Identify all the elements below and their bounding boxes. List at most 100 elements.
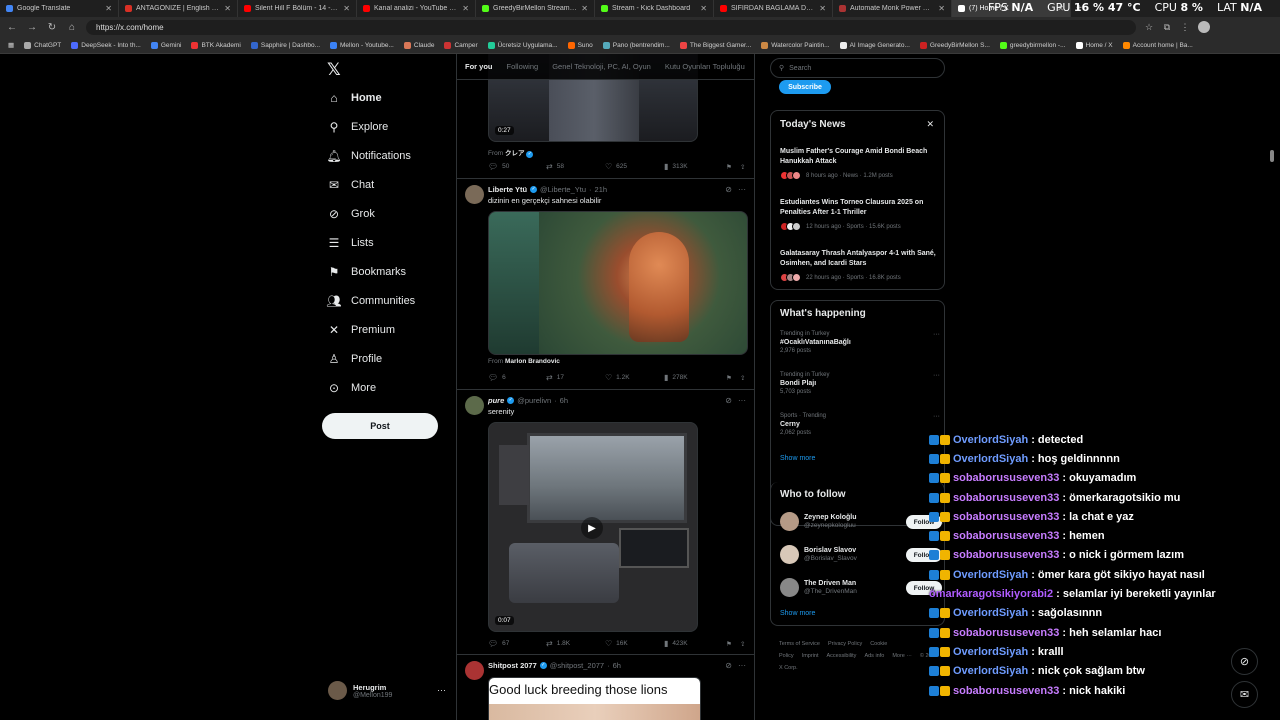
more-dots-icon[interactable]: ··· (738, 185, 746, 194)
post-author[interactable]: pure (488, 396, 504, 405)
browser-tab[interactable]: ANTAGONIZE | English meaning ✕ (119, 0, 238, 17)
close-icon[interactable]: ✕ (462, 4, 469, 13)
search-input[interactable]: ⚲ Search (770, 58, 945, 78)
more-dots-icon[interactable]: ··· (738, 661, 746, 670)
grok-icon[interactable]: ⊘ (725, 396, 732, 405)
post-handle[interactable]: @purelivn (517, 396, 551, 405)
share-icon[interactable]: ⇪ (740, 373, 745, 382)
extensions-icon[interactable]: ⧉ (1162, 22, 1172, 33)
feed-tab[interactable]: Genel Teknoloji, PC, AI, Oyun (552, 62, 651, 71)
like-button[interactable]: ♡ 625 (605, 162, 664, 171)
nav-item-chat[interactable]: ✉ Chat (327, 178, 374, 192)
news-item[interactable]: Galatasaray Thrash Antalyaspor 4-1 with … (780, 249, 940, 282)
post-time[interactable]: 6h (613, 661, 621, 670)
share-icon[interactable]: ⇪ (740, 639, 745, 648)
bookmark-item[interactable]: ChatGPT (24, 41, 61, 49)
post-avatar[interactable] (465, 396, 484, 415)
feed-tab[interactable]: Following (507, 62, 539, 71)
bookmark-item[interactable]: Camper (444, 41, 478, 49)
grok-icon[interactable]: ⊘ (725, 661, 732, 670)
bookmark-item[interactable]: Account home | Ba... (1122, 41, 1193, 49)
bookmark-icon[interactable]: ⚑ (726, 162, 740, 171)
repost-button[interactable]: ⇄ 1.8K (546, 639, 605, 648)
x-logo-icon[interactable]: 𝕏 (327, 60, 341, 80)
reload-icon[interactable]: ↻ (46, 22, 58, 33)
bookmark-item[interactable]: Watercolor Paintin... (761, 41, 830, 49)
close-icon[interactable]: ✕ (700, 4, 707, 13)
post-image[interactable]: Good luck breeding those lions (488, 677, 701, 720)
trend-item[interactable]: Trending in Turkey Bondi Plajı 5,703 posts… (780, 372, 940, 395)
bookmark-item[interactable]: GreedyBirMellon S... (919, 41, 990, 49)
show-more-link[interactable]: Show more (780, 455, 815, 462)
post-avatar[interactable] (465, 185, 484, 204)
post-author[interactable]: Shitpost 2077 (488, 661, 537, 670)
browser-tab[interactable]: Automate Monk Power Charges W... ✕ (833, 0, 952, 17)
reply-button[interactable]: 💬︎ 6 (488, 373, 546, 382)
nav-item-more[interactable]: ⊙ More (327, 381, 376, 395)
views-button[interactable]: ▮ 313K (664, 162, 726, 171)
forward-icon[interactable]: → (26, 22, 38, 33)
news-item[interactable]: Muslim Father's Courage Amid Bondi Beach… (780, 147, 940, 180)
bookmark-item[interactable]: Gemini (150, 41, 181, 49)
footer-link[interactable]: Ads info (864, 653, 884, 659)
bookmark-icon[interactable]: ⚑ (726, 373, 740, 382)
close-icon[interactable]: ✕ (938, 4, 945, 13)
bookmark-item[interactable]: BTK Akademi (191, 41, 241, 49)
follow-suggestion[interactable]: The Driven Man @The_DrivenMan Follow (780, 578, 942, 597)
browser-tab[interactable]: Stream - Kick Dashboard ✕ (595, 0, 714, 17)
more-dots-icon[interactable]: ··· (933, 372, 940, 379)
bookmark-item[interactable]: The Biggest Gamer... (679, 41, 751, 49)
bookmark-icon[interactable]: ⚑ (726, 639, 740, 648)
browser-tab[interactable]: SIFIRDAN BAĞLAMA DERSİ 3 (EN...✕ (714, 0, 833, 17)
show-more-link[interactable]: Show more (780, 610, 815, 617)
close-icon[interactable]: ✕ (819, 4, 826, 13)
footer-link[interactable]: More ··· (892, 653, 912, 659)
nav-item-profile[interactable]: ♙ Profile (327, 352, 383, 366)
like-button[interactable]: ♡ 1.2K (605, 373, 664, 382)
reply-button[interactable]: 💬︎ 67 (488, 639, 546, 648)
play-icon[interactable]: ▶ (581, 517, 603, 539)
nav-item-lists[interactable]: ☰ Lists (327, 236, 374, 250)
nav-item-communities[interactable]: 👥︎ Communities (326, 294, 415, 308)
back-icon[interactable]: ← (6, 22, 18, 33)
trend-item[interactable]: Sports · Trending Cerny 2,062 posts ··· (780, 413, 940, 436)
bookmark-item[interactable]: Home / X (1075, 41, 1113, 49)
subscribe-button[interactable]: Subscribe (779, 80, 831, 94)
footer-link[interactable]: Accessibility (826, 653, 856, 659)
browser-tab[interactable]: GreedyBirMellon Stream - Watch... ✕ (476, 0, 595, 17)
bookmark-item[interactable]: greedybirmellon -... (999, 41, 1066, 49)
nav-item-premium[interactable]: ✕ Premium (327, 323, 395, 337)
follow-suggestion[interactable]: Borislav Slavov @Borislav_Slavov Follow (780, 545, 942, 564)
share-icon[interactable]: ⇪ (740, 162, 745, 171)
star-icon[interactable]: ☆ (1144, 22, 1154, 33)
close-icon[interactable]: ✕ (224, 4, 231, 13)
footer-link[interactable]: Terms of Service (779, 641, 820, 647)
nav-item-bookmarks[interactable]: ⚑ Bookmarks (327, 265, 406, 279)
nav-item-grok[interactable]: ⊘ Grok (327, 207, 375, 221)
more-dots-icon[interactable]: ··· (933, 331, 940, 338)
close-icon[interactable]: ✕ (105, 4, 112, 13)
bookmark-item[interactable]: DeepSeek - Into th... (71, 41, 141, 49)
url-field[interactable]: https://x.com/home (86, 19, 1136, 35)
trend-item[interactable]: Trending in Turkey #OcaklıVatanınaBağlı 2,… (780, 331, 940, 354)
nav-item-explore[interactable]: ⚲ Explore (327, 120, 389, 134)
post-handle[interactable]: @shitpost_2077 (550, 661, 604, 670)
follow-suggestion[interactable]: Zeynep Koloğlu @zeynepkologluu Follow (780, 512, 942, 531)
bookmark-item[interactable]: Claude (403, 41, 434, 49)
post-time[interactable]: 21h (595, 185, 608, 194)
nav-item-home[interactable]: ⌂ Home (327, 91, 381, 105)
close-icon[interactable]: ✕ (926, 119, 934, 130)
close-icon[interactable]: ✕ (343, 4, 350, 13)
news-item[interactable]: Estudiantes Wins Torneo Clausura 2025 on… (780, 198, 940, 231)
close-icon[interactable]: ✕ (581, 4, 588, 13)
bookmark-item[interactable]: AI Image Generato... (839, 41, 910, 49)
feed-tab[interactable]: Kutu Oyunları Topluluğu (665, 62, 745, 71)
like-button[interactable]: ♡ 16K (605, 639, 664, 648)
more-dots-icon[interactable]: ··· (738, 396, 746, 405)
browser-tab[interactable]: Kanal analizi - YouTube Studio ✕ (357, 0, 476, 17)
home-page-icon[interactable]: ⌂ (66, 22, 78, 33)
bookmark-item[interactable]: Pano (bentrendim... (602, 41, 670, 49)
repost-button[interactable]: ⇄ 58 (546, 162, 605, 171)
post-author[interactable]: Liberte Ytü (488, 185, 527, 194)
account-switcher[interactable]: Herugrim @Mellon199 ··· (328, 681, 446, 700)
